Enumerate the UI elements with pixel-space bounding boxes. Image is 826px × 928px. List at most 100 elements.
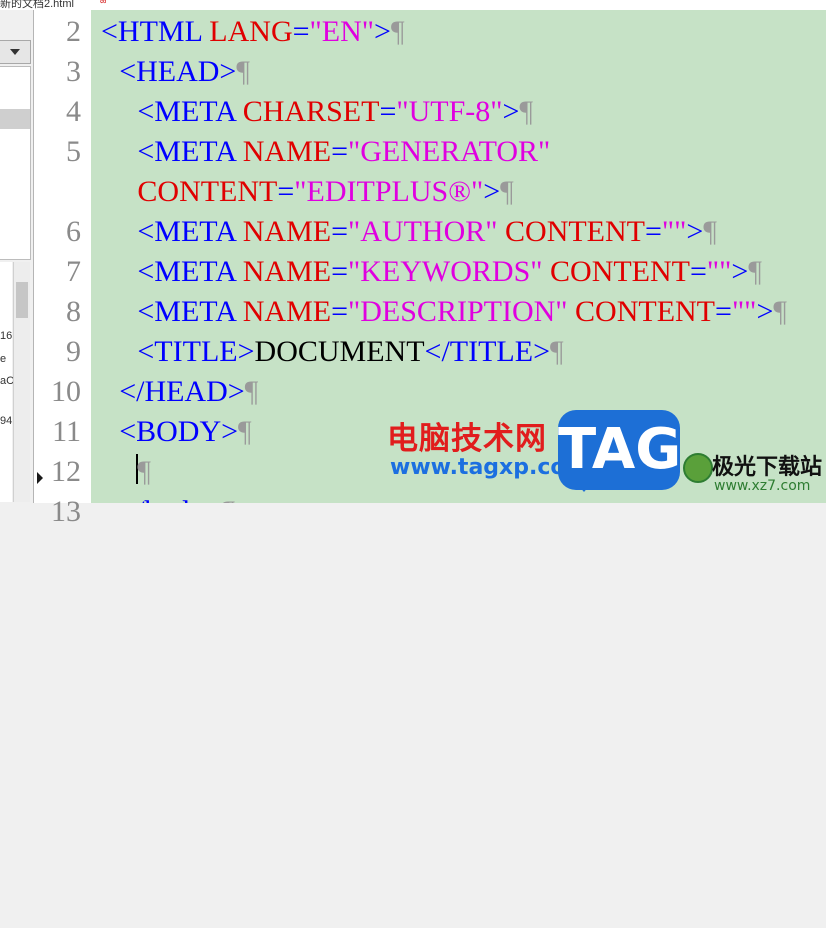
scrollbar-thumb[interactable] — [16, 282, 28, 318]
code-token: <TITLE> — [137, 335, 255, 368]
code-token: = — [277, 175, 295, 208]
code-token: > — [756, 295, 774, 328]
code-line: CONTENT="EDITPLUS®">¶ — [137, 172, 513, 212]
code-token: NAME — [242, 255, 332, 288]
code-token: CHARSET — [242, 95, 380, 128]
line-number: 7 — [66, 255, 81, 288]
file-list-scrollbar[interactable] — [13, 262, 30, 502]
code-token: > — [483, 175, 501, 208]
file-list[interactable]: 16 e aC 94 — [0, 262, 14, 502]
code-token: CONTENT — [550, 255, 690, 288]
file-list-item[interactable]: 16 — [0, 330, 12, 342]
file-list-item[interactable]: 94 — [0, 415, 12, 427]
code-line: <META NAME="GENERATOR" — [137, 132, 550, 172]
code-token: <META — [137, 95, 243, 128]
code-token: = — [690, 255, 707, 288]
code-token: <BODY> — [119, 415, 239, 448]
code-token: "UTF-8" — [396, 95, 503, 128]
code-token: = — [379, 95, 397, 128]
code-token: NAME — [242, 215, 332, 248]
code-line: <META NAME="DESCRIPTION" CONTENT="">¶ — [137, 292, 787, 332]
code-line: </body>¶ — [119, 492, 235, 503]
watermark-site2-name: 极光下载站 — [712, 455, 823, 480]
code-token: <META — [137, 135, 243, 168]
code-token: <HEAD> — [119, 55, 237, 88]
code-line: <BODY>¶ — [119, 412, 251, 452]
code-token: "" — [706, 255, 732, 288]
code-token: = — [331, 135, 349, 168]
watermark-aurora-logo-icon — [683, 453, 713, 483]
code-token: = — [331, 295, 349, 328]
pilcrow-icon: ¶ — [773, 295, 787, 328]
modified-indicator: ∞ — [100, 0, 107, 6]
watermark-site2-url: www.xz7.com — [714, 478, 811, 494]
code-line: <META NAME="AUTHOR" CONTENT="">¶ — [137, 212, 717, 252]
code-token: </HEAD> — [119, 375, 245, 408]
watermark-tag-tail — [572, 478, 596, 492]
line-number: 13 — [51, 495, 81, 528]
pilcrow-icon: ¶ — [221, 495, 235, 503]
pilcrow-icon: ¶ — [550, 335, 564, 368]
code-token: <META — [137, 295, 243, 328]
code-token: NAME — [242, 135, 332, 168]
pilcrow-icon: ¶ — [390, 15, 405, 48]
code-token: CONTENT — [575, 295, 716, 328]
code-token: "" — [731, 295, 757, 328]
line-number: 11 — [52, 415, 81, 448]
code-token: </body> — [119, 495, 221, 503]
line-number: 4 — [66, 95, 81, 128]
code-token: "KEYWORDS" — [348, 255, 543, 288]
pilcrow-icon: ¶ — [244, 375, 259, 408]
code-token: NAME — [242, 295, 332, 328]
code-token: LANG — [209, 15, 293, 48]
code-token: "" — [661, 215, 687, 248]
code-line: <TITLE>DOCUMENT</TITLE>¶ — [137, 332, 563, 372]
code-token: = — [331, 215, 349, 248]
line-number: 12 — [51, 455, 81, 488]
code-token: DOCUMENT — [254, 335, 425, 368]
code-line: <HTML LANG="EN">¶ — [101, 12, 405, 52]
folder-tree[interactable] — [0, 66, 31, 260]
pilcrow-icon: ¶ — [238, 415, 252, 448]
code-token: > — [374, 15, 391, 48]
pilcrow-icon: ¶ — [500, 175, 514, 208]
chevron-down-icon[interactable] — [10, 49, 20, 55]
directory-pane: 16 e aC 94 — [0, 10, 34, 503]
line-number-gutter[interactable]: 2 3 4 5 6 7 8 9 10 11 12 13 — [34, 10, 91, 528]
code-token: <HTML — [101, 15, 210, 48]
line-number: 9 — [66, 335, 81, 368]
pilcrow-icon: ¶ — [137, 455, 151, 488]
file-list-item[interactable]: e — [0, 353, 6, 365]
file-list-item[interactable]: aC — [0, 375, 14, 387]
code-line: <HEAD>¶ — [119, 52, 250, 92]
line-number: 2 — [66, 15, 81, 48]
code-token: > — [502, 95, 520, 128]
code-token: <META — [137, 255, 243, 288]
code-line: ¶ — [137, 452, 151, 492]
code-line: <META CHARSET="UTF-8">¶ — [137, 92, 533, 132]
line-number: 3 — [66, 55, 81, 88]
code-line: <META NAME="KEYWORDS" CONTENT="">¶ — [137, 252, 762, 292]
code-token: = — [292, 15, 310, 48]
line-number: 8 — [66, 295, 81, 328]
pilcrow-icon: ¶ — [748, 255, 762, 288]
pilcrow-icon: ¶ — [703, 215, 717, 248]
line-number: 10 — [51, 375, 81, 408]
selected-folder[interactable] — [0, 109, 30, 129]
drive-selector[interactable] — [0, 40, 31, 64]
code-token: = — [715, 295, 732, 328]
code-token: <META — [137, 215, 243, 248]
code-line: </HEAD>¶ — [119, 372, 258, 412]
code-token: CONTENT — [505, 215, 645, 248]
pilcrow-icon: ¶ — [519, 95, 534, 128]
code-token: = — [645, 215, 662, 248]
pilcrow-icon: ¶ — [236, 55, 250, 88]
code-token: = — [331, 255, 349, 288]
code-token: </TITLE> — [424, 335, 550, 368]
code-token: "EDITPLUS®" — [294, 175, 484, 208]
code-token: "AUTHOR" — [348, 215, 498, 248]
code-token: > — [686, 215, 704, 248]
watermark-site-name: 电脑技术网 — [387, 421, 547, 457]
